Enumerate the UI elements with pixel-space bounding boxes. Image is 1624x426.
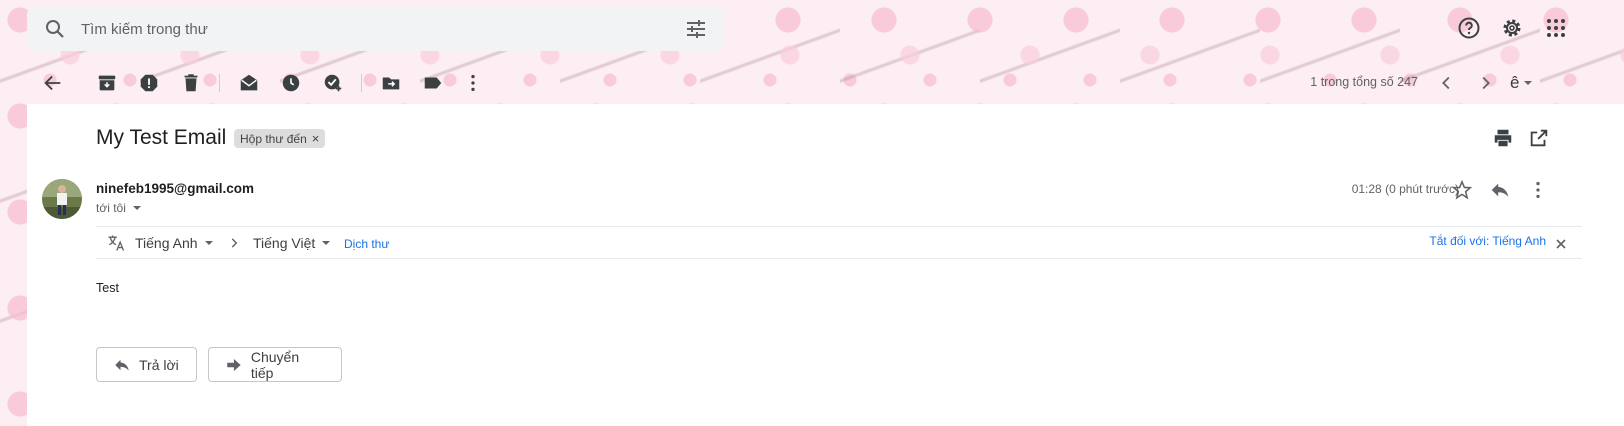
chevron-down-icon bbox=[204, 241, 213, 245]
reply-arrow-icon bbox=[115, 359, 129, 371]
target-language-label: Tiếng Việt bbox=[253, 235, 316, 251]
mark-unread-icon[interactable] bbox=[238, 72, 260, 94]
input-tools-glyph: ê bbox=[1510, 73, 1520, 92]
forward-arrow-icon bbox=[227, 358, 241, 371]
toolbar-divider bbox=[219, 74, 220, 92]
apps-button[interactable] bbox=[1544, 16, 1568, 40]
search-bar[interactable] bbox=[27, 7, 724, 51]
search-input[interactable] bbox=[81, 20, 641, 38]
toolbar-divider bbox=[361, 74, 362, 92]
pager-count: 1 trong tổng số 247 bbox=[1310, 75, 1418, 89]
translate-bar: Tiếng Anh Tiếng Việt Dịch thư Tắt đối vớ… bbox=[96, 226, 1582, 259]
translate-message-link[interactable]: Dịch thư bbox=[344, 237, 389, 251]
sender-email[interactable]: ninefeb1995@gmail.com bbox=[96, 181, 254, 196]
message-body: Test bbox=[96, 281, 119, 295]
source-language-select[interactable]: Tiếng Anh bbox=[135, 235, 214, 251]
source-language-label: Tiếng Anh bbox=[135, 235, 198, 251]
star-icon[interactable] bbox=[1451, 179, 1473, 201]
gear-icon[interactable] bbox=[1500, 16, 1524, 40]
archive-icon[interactable] bbox=[96, 72, 118, 94]
forward-button[interactable]: Chuyển tiếp bbox=[208, 347, 342, 382]
message-subject: My Test Email bbox=[96, 126, 227, 149]
more-vertical-icon[interactable] bbox=[462, 72, 484, 94]
chevron-down-icon bbox=[322, 241, 331, 245]
move-to-folder-icon[interactable] bbox=[380, 72, 402, 94]
close-icon[interactable] bbox=[1556, 239, 1566, 249]
apps-grid-icon[interactable] bbox=[1544, 16, 1568, 40]
recipient-text: tới tôi bbox=[96, 201, 126, 215]
message-view: My Test Email Hộp thư đến × ninefeb1995@… bbox=[27, 104, 1624, 426]
snooze-clock-icon[interactable] bbox=[280, 72, 302, 94]
add-to-tasks-icon[interactable] bbox=[322, 72, 344, 94]
reply-button-label: Trả lời bbox=[139, 356, 179, 373]
forward-button-label: Chuyển tiếp bbox=[250, 348, 300, 381]
older-chevron-right-icon[interactable] bbox=[1474, 72, 1496, 94]
message-toolbar: 1 trong tổng số 247 ê bbox=[0, 70, 1624, 96]
turn-off-translation-link[interactable]: Tắt đối với: Tiếng Anh bbox=[1429, 234, 1546, 248]
target-language-select[interactable]: Tiếng Việt bbox=[253, 235, 331, 251]
label-chip-inbox[interactable]: Hộp thư đến × bbox=[234, 129, 326, 148]
open-in-new-window-icon[interactable] bbox=[1528, 127, 1550, 149]
search-options-icon[interactable] bbox=[684, 17, 708, 41]
message-timestamp: 01:28 (0 phút trước) bbox=[1351, 182, 1459, 196]
remove-label-close-icon[interactable]: × bbox=[312, 131, 320, 146]
chevron-right-icon bbox=[227, 236, 241, 250]
label-tag-icon[interactable] bbox=[422, 72, 444, 94]
chevron-down-icon bbox=[132, 206, 141, 210]
report-spam-icon[interactable] bbox=[138, 72, 160, 94]
print-icon[interactable] bbox=[1492, 127, 1514, 149]
translate-icon bbox=[106, 233, 126, 253]
help-icon[interactable] bbox=[1457, 16, 1481, 40]
recipient-details-toggle[interactable]: tới tôi bbox=[96, 201, 142, 215]
reply-arrow-icon[interactable] bbox=[1489, 179, 1511, 201]
help-button[interactable] bbox=[1457, 16, 1481, 40]
reply-button[interactable]: Trả lời bbox=[96, 347, 197, 382]
input-tools-button[interactable]: ê bbox=[1510, 72, 1544, 94]
search-icon[interactable] bbox=[43, 17, 67, 41]
delete-icon[interactable] bbox=[180, 72, 202, 94]
label-chip-text: Hộp thư đến bbox=[240, 131, 307, 146]
settings-button[interactable] bbox=[1500, 16, 1524, 40]
chevron-down-icon bbox=[1524, 81, 1533, 85]
back-arrow-icon[interactable] bbox=[42, 72, 64, 94]
avatar[interactable] bbox=[42, 179, 82, 219]
newer-chevron-left-icon[interactable] bbox=[1436, 72, 1458, 94]
more-vertical-icon[interactable] bbox=[1527, 179, 1549, 201]
